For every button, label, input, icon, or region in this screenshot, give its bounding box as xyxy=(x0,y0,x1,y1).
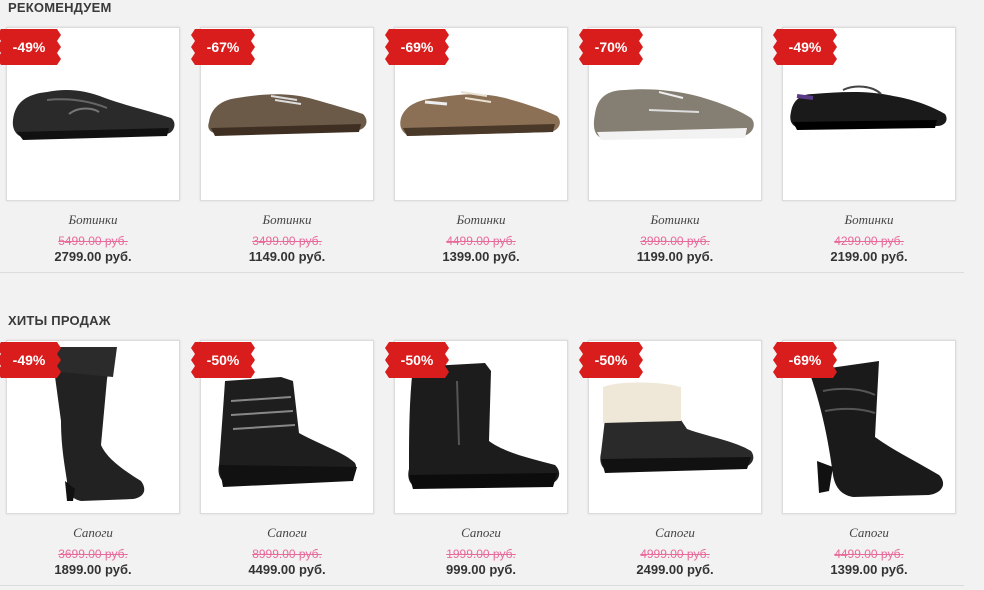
price: 1399.00 руб. xyxy=(442,249,520,264)
section-title: ХИТЫ ПРОДАЖ xyxy=(8,313,111,328)
discount-badge: -49% xyxy=(773,29,837,65)
product-card[interactable]: -50% Сапоги 8999.00 руб. 4499.00 руб. xyxy=(191,339,388,589)
product-name[interactable]: Ботинки xyxy=(194,212,380,228)
price: 2199.00 руб. xyxy=(830,249,908,264)
product-name[interactable]: Ботинки xyxy=(582,212,768,228)
product-card[interactable]: -69% Ботинки 4499.00 руб. 1399.00 руб. xyxy=(385,26,582,276)
product-card[interactable]: -49% Сапоги 3699.00 руб. 1899.00 руб. xyxy=(0,339,194,589)
discount-badge: -70% xyxy=(579,29,643,65)
discount-badge: -50% xyxy=(579,342,643,378)
product-row: -49% Ботинки 5499.00 руб. 2799.00 руб. -… xyxy=(0,26,984,276)
price: 1899.00 руб. xyxy=(54,562,132,577)
product-card[interactable]: -50% Сапоги 4999.00 руб. 2499.00 руб. xyxy=(579,339,776,589)
product-name[interactable]: Ботинки xyxy=(388,212,574,228)
discount-badge: -69% xyxy=(773,342,837,378)
product-name[interactable]: Сапоги xyxy=(194,525,380,541)
price: 1399.00 руб. xyxy=(830,562,908,577)
discount-badge: -50% xyxy=(191,342,255,378)
product-name[interactable]: Сапоги xyxy=(582,525,768,541)
discount-badge: -50% xyxy=(385,342,449,378)
price: 4499.00 руб. xyxy=(248,562,326,577)
product-name[interactable]: Ботинки xyxy=(776,212,962,228)
product-card[interactable]: -67% Ботинки 3499.00 руб. 1149.00 руб. xyxy=(191,26,388,276)
discount-badge: -69% xyxy=(385,29,449,65)
old-price: 8999.00 руб. xyxy=(252,547,322,561)
price: 1199.00 руб. xyxy=(636,249,714,264)
old-price: 3499.00 руб. xyxy=(252,234,322,248)
product-name[interactable]: Сапоги xyxy=(0,525,186,541)
old-price: 3699.00 руб. xyxy=(58,547,128,561)
section-divider xyxy=(0,585,964,586)
product-card[interactable]: -50% Сапоги 1999.00 руб. 999.00 руб. xyxy=(385,339,582,589)
old-price: 4299.00 руб. xyxy=(834,234,904,248)
price: 999.00 руб. xyxy=(445,562,516,577)
old-price: 3999.00 руб. xyxy=(640,234,710,248)
product-card[interactable]: -49% Ботинки 4299.00 руб. 2199.00 руб. xyxy=(773,26,970,276)
product-card[interactable]: -49% Ботинки 5499.00 руб. 2799.00 руб. xyxy=(0,26,194,276)
product-name[interactable]: Сапоги xyxy=(776,525,962,541)
discount-badge: -49% xyxy=(0,342,61,378)
product-card[interactable]: -70% Ботинки 3999.00 руб. 1199.00 руб. xyxy=(579,26,776,276)
price: 2499.00 руб. xyxy=(636,562,714,577)
old-price: 1999.00 руб. xyxy=(446,547,516,561)
product-name[interactable]: Ботинки xyxy=(0,212,186,228)
discount-badge: -67% xyxy=(191,29,255,65)
price: 1149.00 руб. xyxy=(248,249,326,264)
section-divider xyxy=(0,272,964,273)
old-price: 5499.00 руб. xyxy=(58,234,128,248)
old-price: 4999.00 руб. xyxy=(640,547,710,561)
price: 2799.00 руб. xyxy=(54,249,132,264)
discount-badge: -49% xyxy=(0,29,61,65)
old-price: 4499.00 руб. xyxy=(446,234,516,248)
product-row: -49% Сапоги 3699.00 руб. 1899.00 руб. -5… xyxy=(0,339,984,589)
product-name[interactable]: Сапоги xyxy=(388,525,574,541)
product-card[interactable]: -69% Сапоги 4499.00 руб. 1399.00 руб. xyxy=(773,339,970,589)
old-price: 4499.00 руб. xyxy=(834,547,904,561)
section-title: РЕКОМЕНДУЕМ xyxy=(8,0,112,15)
